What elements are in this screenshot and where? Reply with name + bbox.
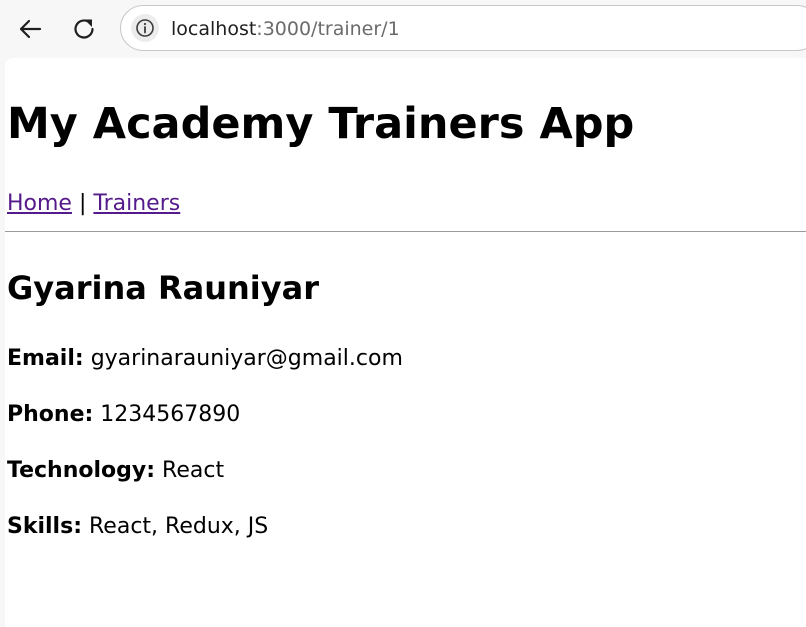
trainers-link[interactable]: Trainers	[93, 191, 180, 216]
url-text[interactable]: localhost:3000/trainer/1	[171, 18, 400, 40]
email-label: Email:	[7, 346, 84, 371]
browser-toolbar: localhost:3000/trainer/1	[0, 0, 806, 58]
address-bar[interactable]: localhost:3000/trainer/1	[120, 5, 806, 51]
page-content: My Academy Trainers App Home | Trainers …	[5, 58, 806, 627]
url-host: localhost	[171, 18, 257, 40]
home-link[interactable]: Home	[7, 191, 72, 216]
divider	[5, 231, 806, 232]
app-title: My Academy Trainers App	[7, 99, 635, 149]
trainer-technology-row: Technology: React	[7, 457, 224, 485]
email-value: gyarinarauniyar@gmail.com	[90, 346, 403, 371]
main-nav: Home | Trainers	[7, 190, 180, 218]
skills-value: React, Redux, JS	[89, 514, 269, 539]
skills-label: Skills:	[7, 514, 82, 539]
reload-icon	[74, 19, 94, 39]
back-arrow-icon	[19, 19, 42, 39]
technology-value: React	[162, 458, 225, 483]
back-button[interactable]	[12, 11, 48, 47]
url-path: :3000/trainer/1	[256, 18, 400, 40]
info-glyph-icon	[136, 19, 154, 37]
phone-value: 1234567890	[100, 402, 241, 427]
trainer-name: Gyarina Rauniyar	[7, 269, 319, 307]
phone-label: Phone:	[7, 402, 94, 427]
trainer-email-row: Email: gyarinarauniyar@gmail.com	[7, 345, 403, 373]
trainer-phone-row: Phone: 1234567890	[7, 401, 240, 429]
info-icon[interactable]	[131, 14, 159, 42]
technology-label: Technology:	[7, 458, 156, 483]
nav-separator: |	[78, 191, 87, 216]
trainer-skills-row: Skills: React, Redux, JS	[7, 513, 268, 541]
reload-button[interactable]	[66, 11, 102, 47]
